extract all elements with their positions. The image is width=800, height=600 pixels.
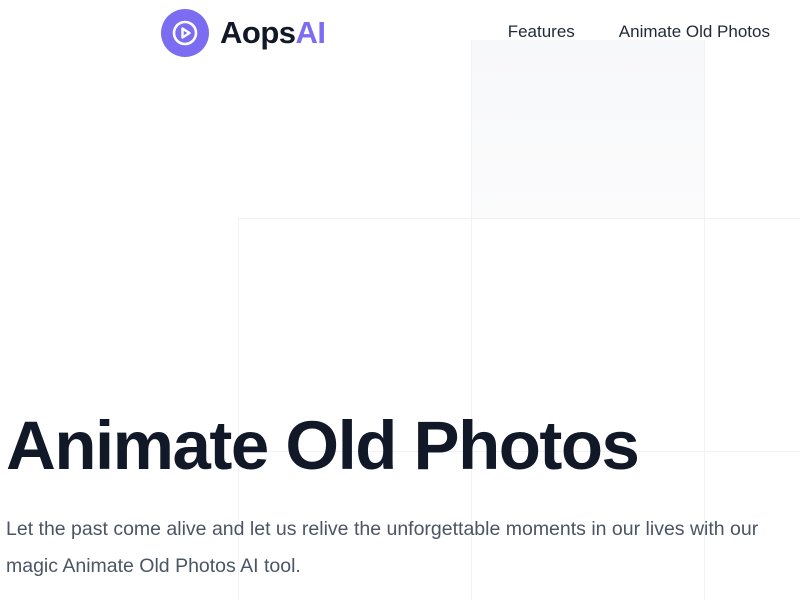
hero-subtitle: Let the past come alive and let us reliv… [6,518,759,577]
background-shade [471,40,704,218]
nav-link-animate-old-photos[interactable]: Animate Old Photos [619,22,770,42]
page: AopsAI Features Animate Old Photos Anima… [0,0,800,600]
play-icon [161,9,209,57]
site-header: AopsAI Features Animate Old Photos [0,0,800,66]
grid-line [238,218,800,219]
brand-name-accent: AI [295,15,327,50]
brand-name: AopsAI [220,15,326,51]
hero-title: Animate Old Photos [6,407,640,484]
main-nav: Features Animate Old Photos [508,22,770,42]
brand-name-main: Aops [220,15,296,50]
brand-logo[interactable]: AopsAI [161,9,326,57]
nav-link-features[interactable]: Features [508,22,575,42]
background-grid [0,0,800,600]
